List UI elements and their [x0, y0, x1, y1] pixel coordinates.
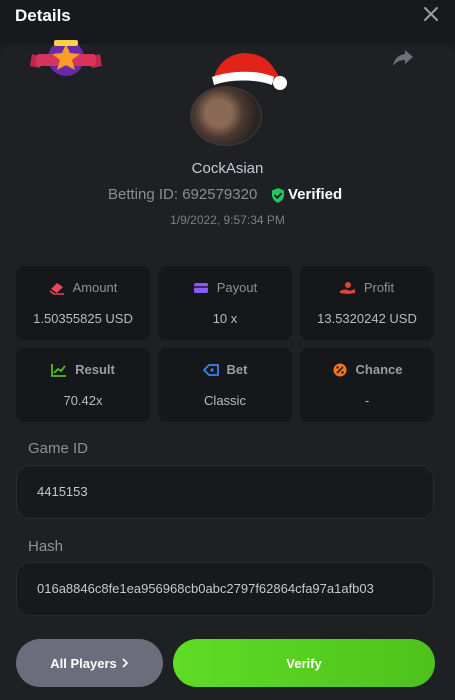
level-badge-icon — [30, 40, 102, 76]
stat-card-payout: Payout 10 x — [158, 266, 292, 340]
chance-percent-icon — [333, 363, 347, 376]
stat-label-row: Payout — [158, 280, 292, 295]
all-players-button[interactable]: All Players — [16, 639, 163, 687]
stat-label: Bet — [226, 362, 248, 377]
result-chart-icon — [51, 363, 67, 377]
page-title: Details — [15, 6, 71, 25]
hash-value: 016a8846c8fe1ea956968cb0abc2797f62864cfa… — [37, 581, 374, 596]
payout-card-icon — [193, 282, 208, 293]
avatar[interactable] — [190, 86, 262, 146]
stat-value: 1.50355825 USD — [33, 311, 133, 326]
stat-label-row: Bet — [158, 362, 292, 377]
santa-hat-icon — [212, 53, 287, 90]
profit-hand-icon — [339, 281, 355, 294]
stat-label-row: Amount — [16, 280, 150, 295]
avatar-container — [188, 86, 264, 146]
game-id-field[interactable]: 4415153 — [16, 465, 434, 519]
header: Details — [0, 0, 455, 44]
bet-tag-icon — [202, 363, 219, 376]
stat-label: Amount — [72, 280, 118, 295]
stat-label-row: Chance — [300, 362, 434, 377]
hash-field[interactable]: 016a8846c8fe1ea956968cb0abc2797f62864cfa… — [16, 562, 434, 616]
stat-value: Classic — [204, 393, 246, 408]
betting-id: Betting ID: 692579320 — [108, 186, 258, 203]
stat-label: Profit — [363, 280, 395, 295]
bet-timestamp: 1/9/2022, 9:57:34 PM — [170, 213, 285, 227]
stat-card-result: Result 70.42x — [16, 348, 150, 422]
stat-card-chance: Chance - — [300, 348, 434, 422]
stat-label-row: Result — [16, 362, 150, 377]
stat-card-profit: Profit 13.5320242 USD — [300, 266, 434, 340]
stat-value: 13.5320242 USD — [317, 311, 417, 326]
stat-label: Result — [75, 362, 115, 377]
stat-label-row: Profit — [300, 280, 434, 295]
chevron-right-icon — [122, 658, 128, 668]
verified-shield-icon — [272, 188, 284, 203]
all-players-label: All Players — [50, 655, 117, 671]
game-id-value: 4415153 — [37, 484, 88, 499]
stat-value: 70.42x — [63, 393, 103, 408]
verified-label: Verified — [288, 186, 343, 203]
stat-card-bet: Bet Classic — [158, 348, 292, 422]
stat-value: - — [364, 393, 370, 408]
amount-icon — [49, 282, 64, 295]
hash-label: Hash — [28, 538, 64, 555]
game-id-label: Game ID — [28, 440, 89, 457]
stat-label: Chance — [355, 362, 403, 377]
username: CockAsian — [191, 160, 264, 177]
stat-card-amount: Amount 1.50355825 USD — [16, 266, 150, 340]
share-icon[interactable] — [392, 48, 414, 68]
verify-label: Verify — [286, 655, 322, 671]
verify-button[interactable]: Verify — [173, 639, 435, 687]
stat-label: Payout — [216, 280, 258, 295]
stat-value: 10 x — [212, 311, 238, 326]
close-icon[interactable] — [423, 6, 439, 22]
